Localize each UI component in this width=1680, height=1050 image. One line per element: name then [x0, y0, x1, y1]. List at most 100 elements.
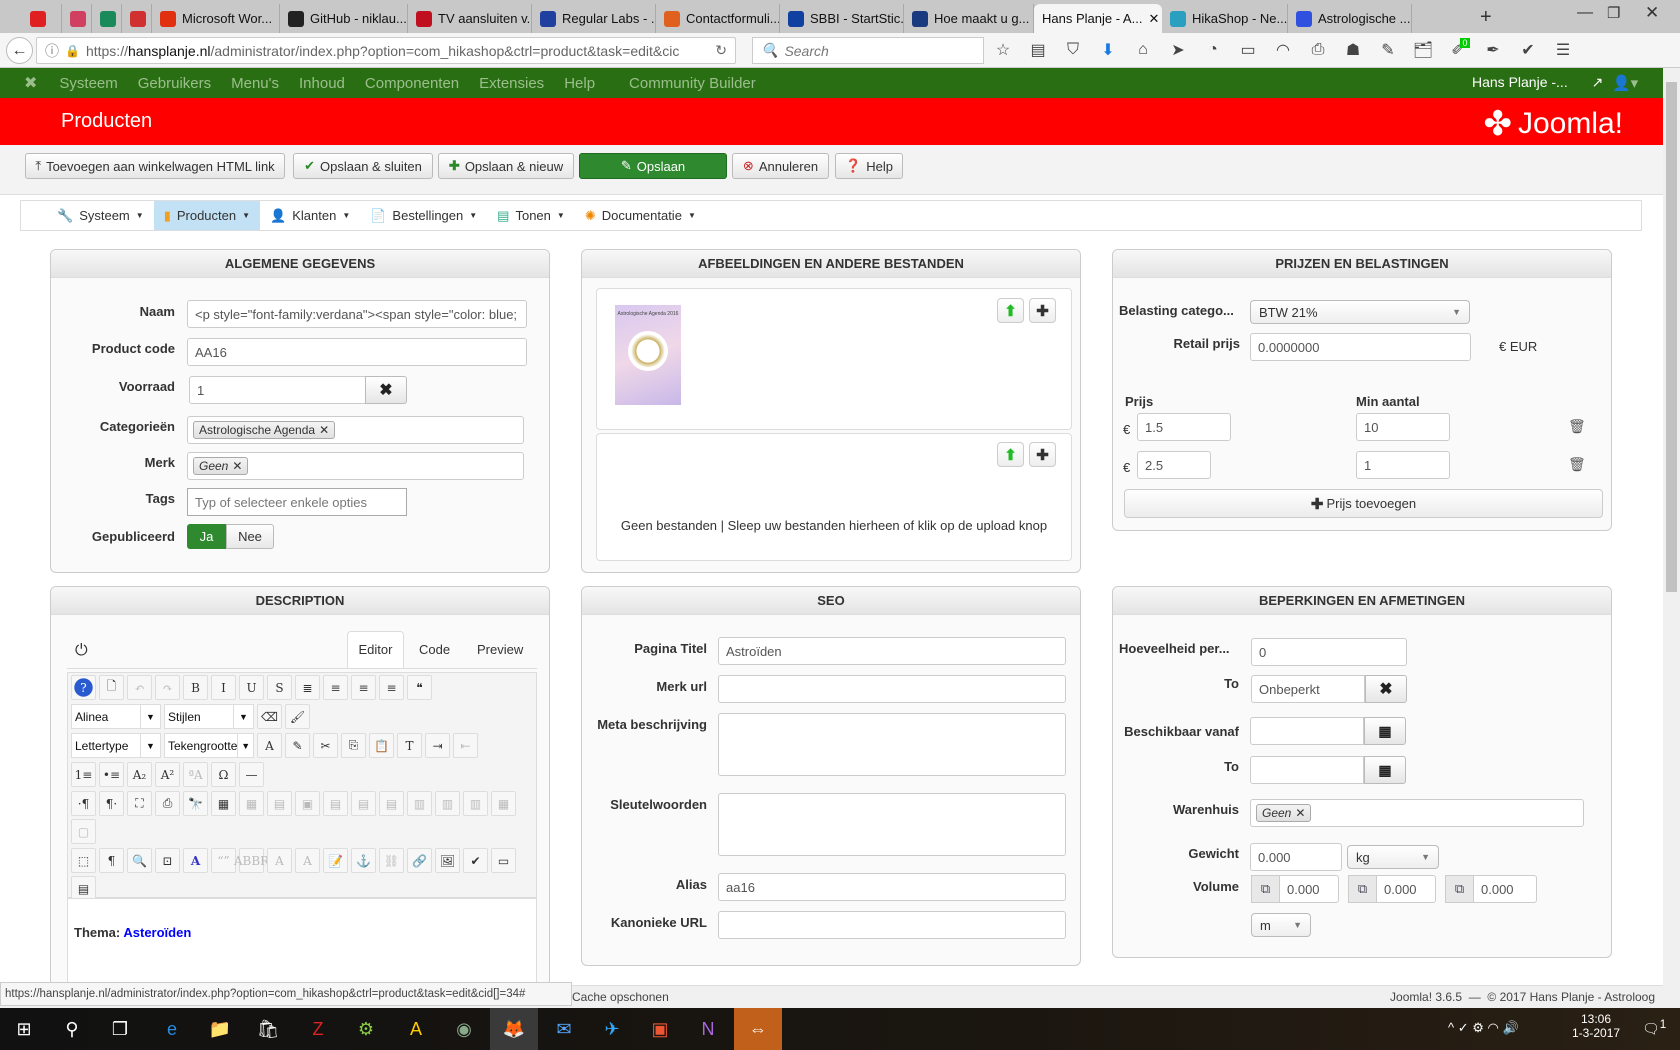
table-icon[interactable]: ▦	[211, 791, 236, 816]
editor-select-lettertype[interactable]: Lettertype ▼	[71, 733, 161, 758]
browser-tab[interactable]	[122, 4, 152, 33]
filezilla-icon[interactable]: Z	[294, 1008, 342, 1050]
paste-text-icon[interactable]: T	[397, 733, 422, 758]
keywords-field[interactable]	[718, 793, 1066, 856]
ordered-list-icon[interactable]: 1≡	[71, 762, 96, 787]
hikashop-menu-bestellingen[interactable]: 📄 Bestellingen ▼	[360, 201, 487, 230]
admin-menu-item[interactable]: Menu's	[231, 75, 279, 92]
tab-editor[interactable]: Editor	[347, 631, 404, 669]
min-quantity-field[interactable]: 10	[1356, 413, 1450, 441]
add-to-cart-link-button[interactable]: ⤒ Toevoegen aan winkelwagen HTML link	[25, 153, 285, 179]
close-window-button[interactable]: ✕	[1645, 3, 1659, 23]
file-dropzone[interactable]: ⬆ ✚ Geen bestanden | Sleep uw bestanden …	[596, 433, 1072, 561]
admin-menu-item[interactable]: Community Builder	[629, 75, 756, 92]
user-menu[interactable]: Hans Planje -... ↗	[1472, 74, 1603, 91]
add-image-button[interactable]: ✚	[1029, 298, 1056, 323]
product-image-thumbnail[interactable]: Astrologische Agenda 2016	[615, 305, 681, 405]
case-icon[interactable]: ªA	[183, 762, 208, 787]
alias-field[interactable]: aa16	[718, 873, 1066, 901]
brand-field[interactable]: Geen ✕	[187, 452, 524, 480]
minimize-button[interactable]: —	[1577, 4, 1593, 22]
clear-stock-button[interactable]: ✖	[365, 376, 407, 404]
merge-cells-icon[interactable]: ▢	[71, 819, 96, 844]
weight-field[interactable]: 0.000	[1250, 843, 1342, 871]
quantity-per-order-field[interactable]: 0	[1251, 638, 1407, 666]
notifications-icon[interactable]: 🗨1	[1642, 1018, 1666, 1038]
align-right-icon[interactable]: ≡	[379, 675, 404, 700]
task-view-icon[interactable]: ❐	[96, 1008, 144, 1050]
new-tab-button[interactable]: +	[1480, 6, 1492, 29]
remove-icon[interactable]: ✕	[319, 423, 329, 437]
preview-icon[interactable]: 🔍	[127, 848, 152, 873]
page-title-field[interactable]: Astroïden	[718, 637, 1066, 665]
redo-icon[interactable]: ↷	[155, 675, 180, 700]
available-to-field[interactable]	[1250, 756, 1364, 784]
windows-start-icon[interactable]: ⊞	[0, 1008, 48, 1050]
copy-icon[interactable]: ⎘	[341, 733, 366, 758]
power-toggle-icon[interactable]: ⏻	[75, 642, 88, 660]
warehouse-field[interactable]: Geen ✕	[1250, 799, 1584, 827]
browser-tab[interactable]: Astrologische ...	[1288, 4, 1412, 33]
editor-select-stijlen[interactable]: Stijlen ▼	[164, 704, 254, 729]
styles-icon[interactable]: A	[183, 848, 208, 873]
abbr-icon[interactable]: ABBR	[234, 848, 269, 873]
trash-icon[interactable]: 🗑	[1568, 418, 1586, 435]
tab-preview[interactable]: Preview	[477, 642, 523, 657]
history-icon[interactable]: ◔	[1202, 39, 1224, 61]
browser-tab[interactable]: HikaShop - Ne...	[1162, 4, 1288, 33]
reading-list-icon[interactable]: ▤	[1027, 39, 1049, 61]
new-document-icon[interactable]: 🗋	[99, 675, 124, 700]
delete-col-icon[interactable]: ▥	[463, 791, 488, 816]
help-icon[interactable]: ?	[71, 675, 96, 700]
published-yes-button[interactable]: Ja	[187, 524, 226, 549]
delete-row-icon[interactable]: ▤	[379, 791, 404, 816]
split-cells-icon[interactable]: ▦	[491, 791, 516, 816]
browser-tab[interactable]: TV aansluiten v...	[408, 4, 532, 33]
android-studio-icon[interactable]: ⚙	[342, 1008, 390, 1050]
paste-icon[interactable]: 📋	[369, 733, 394, 758]
insert-layer-icon[interactable]: ⊡	[155, 848, 180, 873]
browser-tab[interactable]	[22, 4, 62, 33]
justify-icon[interactable]: ≣	[295, 675, 320, 700]
outdent-icon[interactable]: ⇤	[453, 733, 478, 758]
hikashop-menu-documentatie[interactable]: ✺ Documentatie ▼	[575, 201, 706, 230]
remove-icon[interactable]: ✕	[1295, 806, 1305, 820]
search-input[interactable]: 🔍 Search	[752, 37, 984, 64]
volume-unit-select[interactable]: m ▼	[1251, 913, 1311, 937]
hikashop-menu-tonen[interactable]: ▤ Tonen ▼	[487, 201, 575, 230]
calendar-icon[interactable]: ▦	[1364, 717, 1406, 745]
admin-menu-item[interactable]: Componenten	[365, 75, 459, 92]
upload-image-button[interactable]: ⬆	[997, 298, 1024, 323]
tax-category-select[interactable]: BTW 21% ▼	[1250, 300, 1470, 324]
ghostery-icon[interactable]: ☗	[1342, 39, 1364, 61]
highlight-color-icon[interactable]: ✎	[285, 733, 310, 758]
strikethrough-icon[interactable]: S	[267, 675, 292, 700]
quantity-max-field[interactable]: Onbeperkt	[1251, 675, 1365, 703]
product-code-field[interactable]: AA16	[187, 338, 527, 366]
align-center-icon[interactable]: ≡	[323, 675, 348, 700]
download-icon[interactable]: ⬇	[1097, 39, 1119, 61]
menu-icon[interactable]: ☰	[1552, 39, 1574, 61]
reload-icon[interactable]: ↻	[715, 42, 727, 59]
subscript-icon[interactable]: A₂	[127, 762, 152, 787]
thunderbird-icon[interactable]: ✉	[540, 1008, 588, 1050]
underline-icon[interactable]: U	[239, 675, 264, 700]
rtl-icon[interactable]: ¶·	[99, 791, 124, 816]
delete-table-icon[interactable]: ▦	[239, 791, 264, 816]
row-after-icon[interactable]: ▤	[351, 791, 376, 816]
row-before-icon[interactable]: ▤	[323, 791, 348, 816]
special-char-icon[interactable]: Ω	[211, 762, 236, 787]
clear-cache-link[interactable]: Cache opschonen	[572, 990, 669, 1004]
eyedropper-icon[interactable]: ✒	[1482, 39, 1504, 61]
meta-description-field[interactable]	[718, 713, 1066, 776]
addon-badge-icon[interactable]: ✐ 0	[1447, 38, 1470, 61]
fullscreen-icon[interactable]: ⛶	[127, 791, 152, 816]
hikashop-menu-systeem[interactable]: 🔧 Systeem ▼	[47, 201, 154, 230]
app-a-icon[interactable]: A	[392, 1008, 440, 1050]
eraser-icon[interactable]: ⌫	[257, 704, 282, 729]
print-icon[interactable]: ⎙	[1307, 39, 1329, 61]
rainbow-icon[interactable]: ◠	[1272, 39, 1294, 61]
cancel-button[interactable]: ⊗ Annuleren	[732, 153, 829, 179]
restore-button[interactable]: ❐	[1607, 4, 1620, 22]
calendar-icon[interactable]: ▦	[1364, 756, 1406, 784]
